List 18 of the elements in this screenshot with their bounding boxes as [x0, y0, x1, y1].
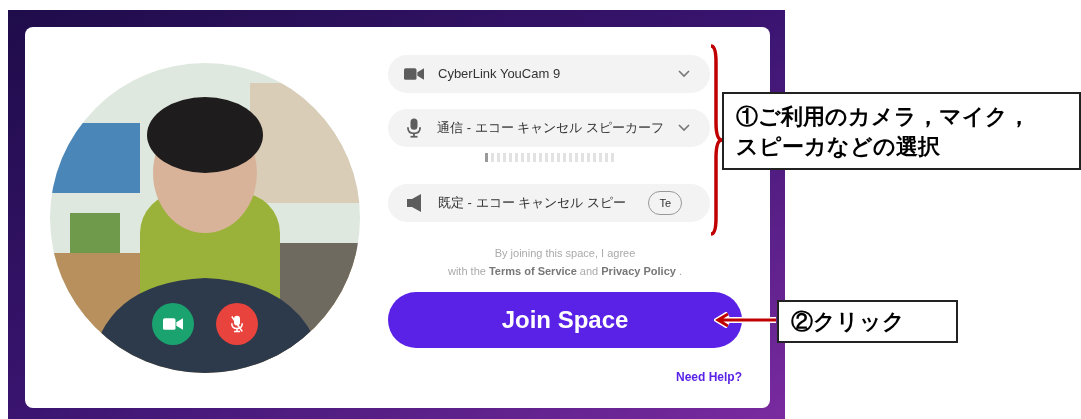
- device-select[interactable]: CyberLink YouCam 9: [388, 55, 710, 93]
- callout-label: ①ご利用のカメラ，マイク， スピーカなどの選択: [722, 92, 1081, 170]
- chevron-down-icon: [678, 124, 690, 132]
- device-name: 既定 - エコー キャンセル スピー: [438, 194, 627, 213]
- muted-microphone-icon: [231, 314, 243, 333]
- need-help-link[interactable]: Need Help?: [676, 368, 742, 386]
- video-camera-icon: [163, 316, 183, 331]
- video-camera-icon: [404, 67, 424, 81]
- join-space-button[interactable]: Join Space: [388, 292, 742, 348]
- callout-label: ②クリック: [777, 300, 958, 343]
- device-select[interactable]: 既定 - エコー キャンセル スピー Te: [388, 184, 710, 222]
- terms-notice: By joining this space, I agree with the Terms of Service and Privacy Policy .: [447, 246, 683, 279]
- microphone-icon: [406, 118, 421, 138]
- chevron-down-icon: [678, 70, 690, 78]
- speaker-icon: [407, 194, 421, 212]
- device-name: CyberLink YouCam 9: [438, 65, 562, 84]
- device-name: 通信 - エコー キャンセル スピーカーフ: [437, 119, 664, 138]
- device-select[interactable]: 通信 - エコー キャンセル スピーカーフ: [388, 109, 710, 147]
